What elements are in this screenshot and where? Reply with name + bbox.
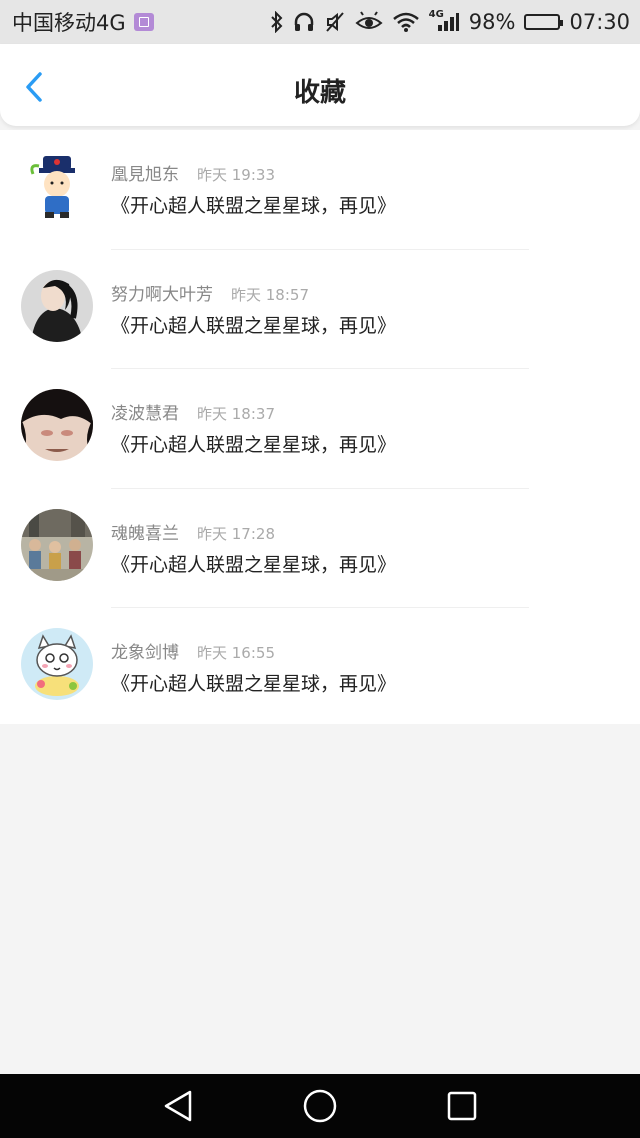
dark-hair-avatar[interactable] <box>21 389 93 461</box>
network-label: 4G <box>428 8 444 20</box>
timestamp: 昨天 16:55 <box>197 644 275 662</box>
favorite-title[interactable]: 《开心超人联盟之星星球，再见》 <box>111 430 396 457</box>
carrier-label: 中国移动4G <box>12 11 126 35</box>
list-item[interactable]: 龙象剑博 昨天 16:55 《开心超人联盟之星星球，再见》 <box>0 608 640 728</box>
woman-portrait-avatar[interactable] <box>21 269 93 342</box>
battery-percent: 98% <box>468 10 516 34</box>
group-photo-avatar[interactable] <box>21 508 93 581</box>
list-item[interactable]: 凰見旭东 昨天 19:33 《开心超人联盟之星星球，再见》 <box>0 130 640 250</box>
eye-icon <box>355 10 383 34</box>
system-nav-bar <box>0 1074 640 1138</box>
timestamp: 昨天 18:57 <box>231 285 309 304</box>
bluetooth-icon <box>270 10 284 34</box>
favorites-list: 凰見旭东 昨天 19:33 《开心超人联盟之星星球，再见》 努力啊大叶芳 昨天 … <box>0 130 640 724</box>
page-title: 收藏 <box>293 78 346 108</box>
app-header: 收藏 <box>0 44 640 126</box>
list-item[interactable]: 魂魄喜兰 昨天 17:28 《开心超人联盟之星星球，再见》 <box>0 489 640 608</box>
sim-icon <box>133 13 154 31</box>
favorite-title[interactable]: 《开心超人联盟之星星球，再见》 <box>111 669 396 696</box>
recents-square-icon[interactable] <box>444 1088 480 1124</box>
mute-icon <box>324 10 346 34</box>
list-item[interactable]: 努力啊大叶芳 昨天 18:57 《开心超人联盟之星星球，再见》 <box>0 250 640 369</box>
timestamp: 昨天 18:37 <box>197 405 275 423</box>
headphones-icon <box>293 10 315 34</box>
favorite-title[interactable]: 《开心超人联盟之星星球，再见》 <box>111 550 396 577</box>
item-meta: 魂魄喜兰 昨天 17:28 <box>111 519 275 544</box>
cartoon-official-avatar[interactable] <box>21 150 93 222</box>
item-meta: 努力啊大叶芳 昨天 18:57 <box>111 280 309 305</box>
battery-icon <box>524 14 564 30</box>
username[interactable]: 魂魄喜兰 <box>111 519 179 544</box>
username[interactable]: 努力啊大叶芳 <box>111 280 213 305</box>
favorite-title[interactable]: 《开心超人联盟之星星球，再见》 <box>111 191 396 218</box>
timestamp: 昨天 17:28 <box>197 524 275 543</box>
item-meta: 凰見旭东 昨天 19:33 <box>111 160 275 185</box>
timestamp: 昨天 19:33 <box>197 166 275 184</box>
status-bar: 中国移动4G 4G 98% 07:30 <box>0 0 640 44</box>
item-meta: 凌波慧君 昨天 18:37 <box>111 399 275 424</box>
favorite-title[interactable]: 《开心超人联盟之星星球，再见》 <box>111 311 396 338</box>
list-item[interactable]: 凌波慧君 昨天 18:37 《开心超人联盟之星星球，再见》 <box>0 369 640 489</box>
username[interactable]: 龙象剑博 <box>111 638 179 663</box>
clock: 07:30 <box>569 10 630 34</box>
cartoon-cat-avatar[interactable] <box>21 628 93 700</box>
item-meta: 龙象剑博 昨天 16:55 <box>111 638 275 663</box>
username[interactable]: 凰見旭东 <box>111 160 179 185</box>
back-triangle-icon[interactable] <box>160 1088 196 1124</box>
username[interactable]: 凌波慧君 <box>111 399 179 424</box>
home-circle-icon[interactable] <box>302 1088 338 1124</box>
signal-icon: 4G <box>428 8 460 34</box>
wifi-icon <box>392 10 420 34</box>
